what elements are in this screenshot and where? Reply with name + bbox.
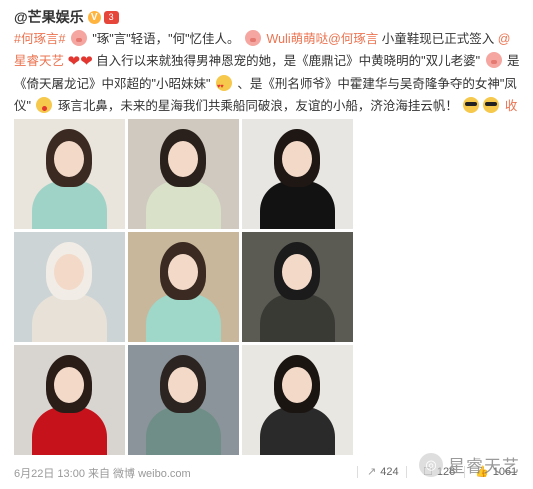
photo-figure-face (282, 367, 312, 403)
forward-count: 424 (380, 465, 399, 478)
photo-figure-face (54, 254, 84, 290)
pig-emoji-icon (485, 52, 502, 68)
level-badge-icon: 3 (103, 10, 119, 24)
photo-figure-face (168, 254, 198, 290)
heart-eyes-emoji-icon (215, 75, 232, 98)
photo-figure-body (32, 294, 107, 342)
watermark: ◎ 星睿天艺 (419, 452, 520, 477)
photo-figure-face (282, 254, 312, 290)
post-time-source: 6月22日 13:00 来自 微博 weibo.com (14, 468, 191, 480)
photo-figure-face (168, 141, 198, 177)
forward-button[interactable]: ↗ 424 (367, 465, 399, 479)
photo-thumbnail[interactable] (14, 232, 125, 342)
photo-figure-body (146, 407, 221, 455)
photo-figure-face (54, 141, 84, 177)
divider (406, 466, 407, 478)
photo-figure-body (260, 407, 335, 455)
photo-thumbnail[interactable] (128, 345, 239, 455)
photo-figure-body (260, 294, 335, 342)
heart-icon: ❤ (80, 53, 93, 70)
photo-thumbnail[interactable] (242, 232, 353, 342)
tongue-emoji-icon (36, 97, 53, 113)
photo-figure-face (282, 141, 312, 177)
photo-thumbnail[interactable] (242, 345, 353, 455)
text-segment: 琢言北鼻，未来的星海我们共乘船同破浪，友谊的小船，济沧海挂云帆！ (57, 99, 458, 113)
watermark-text: 星睿天艺 (448, 457, 520, 476)
heart-icon: ❤ (67, 53, 81, 70)
photo-figure-face (54, 367, 84, 403)
photo-figure-body (146, 294, 221, 342)
photo-figure-body (146, 181, 221, 229)
text-segment: "琢"言"轻语，"何"忆佳人。 (92, 32, 240, 46)
pig-emoji-icon (70, 30, 87, 46)
photo-figure-body (32, 407, 107, 455)
mention-link-he-zhuoyan[interactable]: Wuli萌萌哒@何琢言 (267, 32, 379, 46)
author-name[interactable]: @芒果娱乐 (14, 7, 84, 27)
wechat-logo-icon: ◎ (419, 452, 443, 477)
text-segment: 小童鞋现已正式签入 (381, 32, 495, 46)
photo-figure-face (168, 367, 198, 403)
pig-emoji-icon (245, 30, 262, 46)
photo-thumbnail[interactable] (128, 232, 239, 342)
weibo-post-card: @芒果娱乐 V 3 #何琢言# "琢"言"轻语，"何"忆佳人。 Wuli萌萌哒@… (0, 0, 533, 489)
post-header: @芒果娱乐 V 3 (14, 8, 119, 26)
hashtag-link[interactable]: #何琢言# (14, 32, 65, 46)
photo-grid (14, 119, 353, 457)
divider (357, 466, 358, 478)
cool-emoji-icon (483, 97, 500, 113)
forward-icon: ↗ (367, 466, 377, 478)
verified-icon: V (87, 10, 101, 24)
cool-emoji-icon (463, 97, 480, 113)
photo-thumbnail[interactable] (14, 119, 125, 229)
photo-thumbnail[interactable] (14, 345, 125, 455)
text-segment: 自入行以来就独得男神恩宠的她，是《鹿鼎记》中黄晓明的"双儿老婆" (96, 54, 481, 68)
photo-figure-body (260, 181, 335, 229)
photo-thumbnail[interactable] (242, 119, 353, 229)
photo-figure-body (32, 181, 107, 229)
photo-thumbnail[interactable] (128, 119, 239, 229)
